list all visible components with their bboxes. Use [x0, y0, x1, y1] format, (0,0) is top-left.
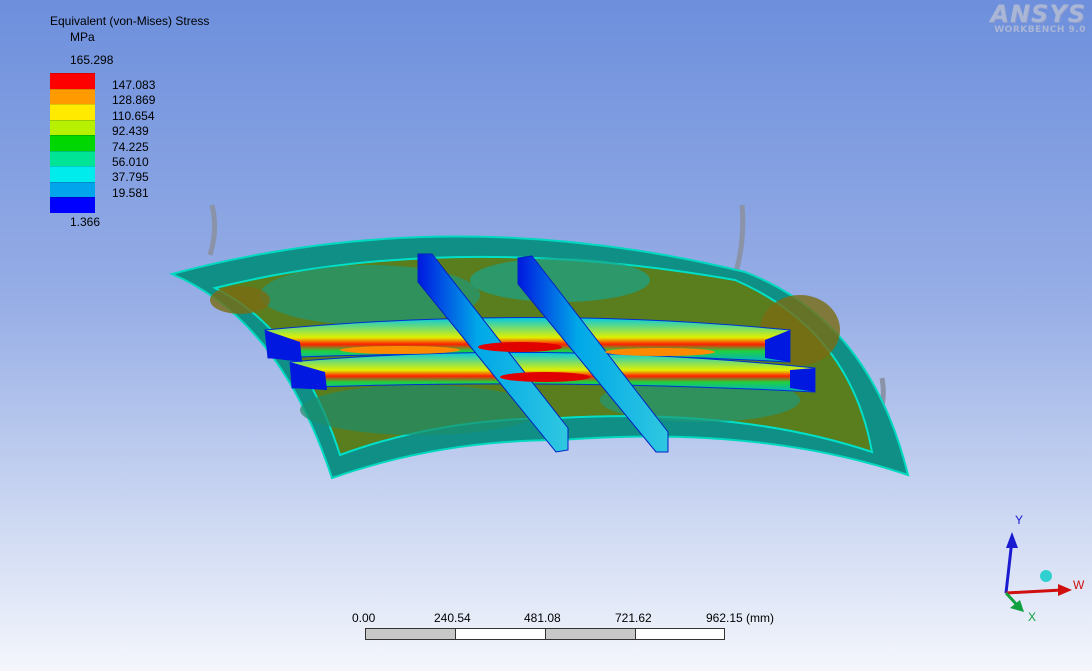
legend-swatch: [50, 150, 95, 166]
legend-level-label: 74.225: [112, 139, 149, 154]
brand-subtitle: WORKBENCH 9.0: [994, 25, 1086, 35]
legend-min-value: 1.366: [70, 215, 101, 229]
legend-max-value: 165.298: [70, 53, 114, 67]
legend-unit: MPa: [70, 30, 95, 44]
legend-swatch: [50, 197, 95, 213]
legend-swatch: [50, 135, 95, 151]
legend-title: Equivalent (von-Mises) Stress: [50, 14, 210, 28]
skin-stress-zone: [210, 286, 270, 314]
legend-level-label: 110.654: [112, 108, 155, 123]
legend-swatch: [50, 104, 95, 120]
legend-level-label: 56.010: [112, 155, 149, 169]
stress-hotspot: [500, 372, 590, 382]
scale-label-0: 0.00: [352, 611, 376, 625]
legend-swatch: [50, 119, 95, 135]
legend-level-label: 128.869: [112, 93, 156, 108]
support-rod-left: [207, 204, 218, 256]
triad-x-label: X: [1028, 610, 1037, 624]
legend-level-label: 92.439: [112, 124, 149, 139]
legend-swatch: [50, 181, 95, 197]
ansys-logo: ANSYS WORKBENCH 9.0: [990, 2, 1086, 35]
scale-segment: [635, 628, 725, 640]
scale-label-2: 481.08: [524, 611, 561, 625]
coordinate-triad[interactable]: [1004, 532, 1072, 612]
skin-stress-zone: [300, 385, 540, 435]
legend-level-label: 147.083: [112, 78, 156, 92]
support-rod-right: [733, 204, 746, 273]
scale-segment: [455, 628, 546, 640]
scale-segment: [545, 628, 636, 640]
model-viewport[interactable]: [0, 0, 1092, 671]
scale-label-4: 962.15 (mm): [706, 611, 775, 625]
stress-hotspot: [340, 346, 460, 354]
legend-swatch: [50, 73, 95, 89]
scale-bar: [365, 624, 725, 644]
scale-label-1: 240.54: [434, 611, 471, 625]
legend-swatch: [50, 166, 95, 182]
stress-hotspot: [605, 348, 715, 356]
scale-label-3: 721.62: [615, 611, 652, 625]
scale-segment: [365, 628, 456, 640]
legend-swatch: [50, 88, 95, 104]
legend-color-bar: [50, 73, 95, 213]
spar-end: [790, 368, 815, 392]
legend-level-label: 19.581: [112, 185, 149, 200]
brand-name: ANSYS: [990, 0, 1086, 28]
triad-y-label: Y: [1015, 513, 1024, 527]
stress-hotspot: [478, 342, 562, 352]
legend-level-label: 37.795: [112, 170, 149, 185]
triad-w-label: W: [1073, 578, 1085, 592]
